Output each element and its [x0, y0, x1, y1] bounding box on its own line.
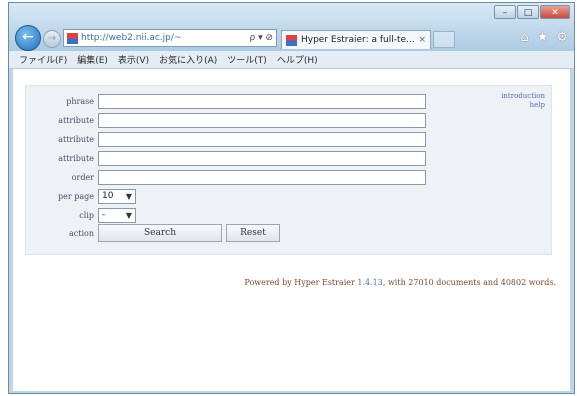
- introduction-link[interactable]: introduction: [501, 92, 545, 101]
- window-controls: – □ ✕: [494, 5, 570, 19]
- clip-value: -: [102, 210, 106, 220]
- browser-window: – □ ✕ ← → http://web2.nii.ac.jp/~ ρ ▾ ⊘ …: [8, 2, 575, 394]
- site-favicon-icon: [67, 32, 78, 44]
- address-actions[interactable]: ρ ▾ ⊘: [250, 33, 274, 43]
- tab-title: Hyper Estraier: a full-te...: [301, 35, 415, 45]
- attribute-label-3: attribute: [58, 153, 94, 163]
- star-icon[interactable]: ★: [537, 30, 549, 45]
- menu-favorites[interactable]: お気に入り(A): [159, 53, 217, 66]
- action-label: action: [69, 228, 94, 238]
- clip-label: clip: [79, 210, 94, 220]
- attribute-label-2: attribute: [58, 134, 94, 144]
- search-button[interactable]: Search: [98, 224, 222, 242]
- attribute-input-1[interactable]: [98, 112, 426, 128]
- help-link[interactable]: help: [501, 101, 545, 110]
- page-content: introduction help phrase attribute attri…: [13, 69, 570, 391]
- attribute-input-2[interactable]: [98, 131, 426, 147]
- reset-button[interactable]: Reset: [226, 224, 280, 242]
- title-bar: – □ ✕ ← → http://web2.nii.ac.jp/~ ρ ▾ ⊘ …: [9, 3, 574, 51]
- order-input[interactable]: [98, 169, 426, 185]
- footer-suffix: , with 27010 documents and 40802 words.: [382, 278, 556, 287]
- per-page-select[interactable]: 10 ▼: [98, 188, 136, 204]
- attribute-input-3[interactable]: [98, 150, 426, 166]
- tab-favicon-icon: [286, 34, 297, 46]
- chevron-down-icon: ▼: [125, 191, 132, 201]
- menu-edit[interactable]: 編集(E): [77, 53, 108, 66]
- minimize-button[interactable]: –: [494, 5, 516, 19]
- tab-hyper-estraier[interactable]: Hyper Estraier: a full-te... ×: [281, 30, 431, 49]
- order-label: order: [71, 172, 94, 182]
- new-tab-button[interactable]: [433, 31, 455, 48]
- footer-text: Powered by Hyper Estraier 1.4.13, with 2…: [244, 278, 556, 287]
- phrase-input[interactable]: [98, 93, 426, 109]
- footer-prefix: Powered by Hyper Estraier: [244, 278, 355, 287]
- gear-icon[interactable]: ⚙: [556, 30, 568, 45]
- menu-view[interactable]: 表示(V): [118, 53, 149, 66]
- version-link[interactable]: 1.4.13: [357, 278, 382, 287]
- menu-bar: ファイル(F) 編集(E) 表示(V) お気に入り(A) ツール(T) ヘルプ(…: [9, 51, 574, 69]
- per-page-value: 10: [102, 191, 114, 201]
- search-form: introduction help phrase attribute attri…: [25, 85, 552, 255]
- chevron-down-icon: ▼: [125, 210, 132, 220]
- maximize-button[interactable]: □: [517, 5, 539, 19]
- phrase-row: phrase: [26, 92, 426, 110]
- attribute-row-2: attribute: [26, 130, 426, 148]
- attribute-row-1: attribute: [26, 111, 426, 129]
- order-row: order: [26, 168, 426, 186]
- attribute-row-3: attribute: [26, 149, 426, 167]
- browser-toolbar-icons: ⌂ ★ ⚙: [520, 30, 568, 45]
- side-links: introduction help: [501, 92, 545, 110]
- menu-help[interactable]: ヘルプ(H): [277, 53, 318, 66]
- clip-select[interactable]: - ▼: [98, 207, 136, 223]
- home-icon[interactable]: ⌂: [520, 30, 528, 45]
- forward-arrow-icon[interactable]: →: [43, 30, 61, 48]
- address-text[interactable]: http://web2.nii.ac.jp/~: [81, 33, 247, 43]
- tab-close-icon[interactable]: ×: [418, 35, 426, 45]
- phrase-label: phrase: [66, 96, 94, 106]
- menu-tools[interactable]: ツール(T): [227, 53, 267, 66]
- back-arrow-icon[interactable]: ←: [15, 25, 41, 51]
- close-button[interactable]: ✕: [540, 5, 570, 19]
- action-row: action Search Reset: [26, 224, 280, 242]
- attribute-label-1: attribute: [58, 115, 94, 125]
- address-bar[interactable]: http://web2.nii.ac.jp/~ ρ ▾ ⊘: [63, 29, 277, 47]
- menu-file[interactable]: ファイル(F): [19, 53, 67, 66]
- per-page-label: per page: [58, 191, 94, 201]
- per-page-row: per page 10 ▼: [26, 187, 136, 205]
- clip-row: clip - ▼: [26, 206, 136, 224]
